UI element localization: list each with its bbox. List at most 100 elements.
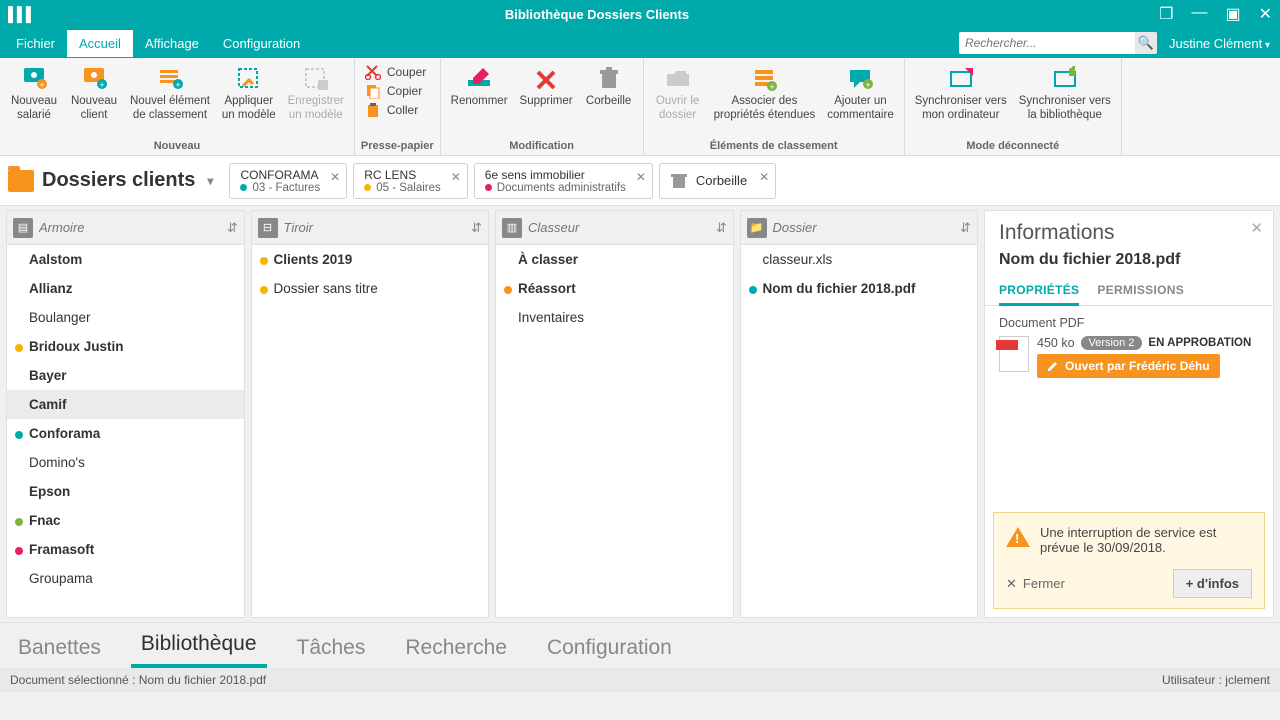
minimize-icon[interactable]: — bbox=[1191, 4, 1207, 24]
list-item[interactable]: Groupama bbox=[7, 564, 244, 593]
bottom-tab-banettes[interactable]: Banettes bbox=[8, 628, 111, 668]
search-icon[interactable]: 🔍 bbox=[1135, 32, 1157, 54]
column-classeur: ▥⇅À classerRéassortInventaires bbox=[495, 210, 734, 618]
close-window-icon[interactable]: ✕ bbox=[1259, 4, 1272, 24]
sort-icon[interactable]: ⇅ bbox=[716, 220, 727, 236]
trash-icon bbox=[670, 172, 688, 190]
info-tab-permissions[interactable]: PERMISSIONS bbox=[1097, 277, 1184, 305]
column-filter-input[interactable] bbox=[39, 220, 221, 235]
close-icon[interactable]: ✕ bbox=[451, 170, 461, 184]
sort-icon[interactable]: ⇅ bbox=[227, 220, 238, 236]
search-input[interactable] bbox=[959, 36, 1135, 50]
list-item[interactable]: Domino's bbox=[7, 448, 244, 477]
list-item[interactable]: Camif bbox=[7, 390, 244, 419]
list-item[interactable]: À classer bbox=[496, 245, 733, 274]
list-item[interactable]: Framasoft bbox=[7, 535, 244, 564]
sort-icon[interactable]: ⇅ bbox=[471, 220, 482, 236]
column-filter-input[interactable] bbox=[773, 220, 955, 235]
browser-columns: ▤⇅AalstomAllianzBoulangerBridoux JustinB… bbox=[0, 206, 1280, 622]
maximize-icon[interactable]: ▣ bbox=[1225, 4, 1240, 24]
ribbon-group-title: Modification bbox=[447, 137, 637, 155]
list-item[interactable]: Réassort bbox=[496, 274, 733, 303]
tab-title: 6e sens immobilier bbox=[485, 168, 626, 182]
bottom-tab-configuration[interactable]: Configuration bbox=[537, 628, 682, 668]
template-apply-icon bbox=[235, 66, 263, 92]
column-filter-input[interactable] bbox=[528, 220, 710, 235]
ribbon-rename-button[interactable]: Renommer bbox=[447, 62, 512, 109]
bottom-tab-tâches[interactable]: Tâches bbox=[287, 628, 376, 668]
list-item[interactable]: Bridoux Justin bbox=[7, 332, 244, 361]
ribbon-cut-button[interactable]: Couper bbox=[365, 64, 426, 80]
close-icon[interactable]: ✕ bbox=[330, 170, 340, 184]
list-item[interactable]: Epson bbox=[7, 477, 244, 506]
ribbon-properties-button[interactable]: +Associer despropriétés étendues bbox=[710, 62, 820, 123]
close-panel-icon[interactable]: ✕ bbox=[1250, 219, 1263, 237]
ribbon-user-plus-orange-button[interactable]: +Nouveauclient bbox=[66, 62, 122, 123]
sort-icon[interactable]: ⇅ bbox=[960, 220, 971, 236]
close-icon[interactable]: ✕ bbox=[636, 170, 646, 184]
menu-item-fichier[interactable]: Fichier bbox=[4, 30, 67, 57]
info-size: 450 ko bbox=[1037, 336, 1075, 350]
ribbon-paste-button[interactable]: Coller bbox=[365, 102, 426, 118]
ribbon-sync-up-button[interactable]: Synchroniser versla bibliothèque bbox=[1015, 62, 1115, 123]
column-filter-input[interactable] bbox=[284, 220, 466, 235]
ribbon-trash-button[interactable]: Corbeille bbox=[581, 62, 637, 109]
ribbon-group-title: Éléments de classement bbox=[650, 137, 898, 155]
list-item[interactable]: classeur.xls bbox=[741, 245, 978, 274]
menu-item-configuration[interactable]: Configuration bbox=[211, 30, 312, 57]
search-box[interactable]: 🔍 bbox=[959, 32, 1157, 54]
copy-icon bbox=[365, 83, 381, 99]
user-plus-icon: + bbox=[20, 66, 48, 92]
alert-more-button[interactable]: + d'infos bbox=[1173, 569, 1252, 598]
svg-text:+: + bbox=[99, 80, 104, 90]
document-tab[interactable]: RC LENS05 - Salaires✕ bbox=[353, 163, 468, 199]
delete-icon bbox=[532, 66, 560, 92]
ribbon-user-plus-button[interactable]: +Nouveausalarié bbox=[6, 62, 62, 123]
trash-tab[interactable]: Corbeille ✕ bbox=[659, 163, 776, 199]
folder-icon bbox=[8, 170, 34, 192]
user-menu[interactable]: Justine Clément bbox=[1167, 36, 1280, 51]
bottom-tab-bibliothèque[interactable]: Bibliothèque bbox=[131, 624, 267, 668]
info-filename: Nom du fichier 2018.pdf bbox=[985, 249, 1273, 277]
ribbon-delete-button[interactable]: Supprimer bbox=[516, 62, 577, 109]
ribbon-copy-button[interactable]: Copier bbox=[365, 83, 426, 99]
restore-small-icon[interactable]: ❐ bbox=[1159, 4, 1173, 24]
list-item[interactable]: Allianz bbox=[7, 274, 244, 303]
column-header: ⊟⇅ bbox=[252, 211, 489, 245]
list-item[interactable]: Clients 2019 bbox=[252, 245, 489, 274]
ribbon-comment-button[interactable]: +Ajouter uncommentaire bbox=[823, 62, 897, 123]
bottom-tab-recherche[interactable]: Recherche bbox=[395, 628, 517, 668]
user-plus-orange-icon: + bbox=[80, 66, 108, 92]
list-item[interactable]: Boulanger bbox=[7, 303, 244, 332]
column-tiroir: ⊟⇅Clients 2019Dossier sans titre bbox=[251, 210, 490, 618]
list-item[interactable]: Nom du fichier 2018.pdf bbox=[741, 274, 978, 303]
info-tabs: PROPRIÉTÉS PERMISSIONS bbox=[985, 277, 1273, 306]
color-dot-icon bbox=[364, 184, 371, 191]
tab-subtitle: 03 - Factures bbox=[240, 182, 320, 194]
info-body: Document PDF 450 ko Version 2 EN APPROBA… bbox=[985, 306, 1273, 388]
library-title: Dossiers clients bbox=[42, 169, 195, 192]
document-tab[interactable]: CONFORAMA03 - Factures✕ bbox=[229, 163, 347, 199]
alert-close-button[interactable]: ✕ Fermer bbox=[1006, 576, 1065, 592]
document-tab[interactable]: 6e sens immobilierDocuments administrati… bbox=[474, 163, 653, 199]
color-dot-icon bbox=[15, 344, 23, 352]
list-item[interactable]: Fnac bbox=[7, 506, 244, 535]
library-selector[interactable]: Dossiers clients bbox=[8, 169, 223, 192]
list-item[interactable]: Aalstom bbox=[7, 245, 244, 274]
ribbon-stack-plus-button[interactable]: +Nouvel élémentde classement bbox=[126, 62, 214, 123]
ribbon: +Nouveausalarié+Nouveauclient+Nouvel élé… bbox=[0, 58, 1280, 156]
list-item[interactable]: Inventaires bbox=[496, 303, 733, 332]
info-tab-propriétés[interactable]: PROPRIÉTÉS bbox=[999, 277, 1079, 306]
list-item[interactable]: Dossier sans titre bbox=[252, 274, 489, 303]
ribbon-sync-down-button[interactable]: Synchroniser versmon ordinateur bbox=[911, 62, 1011, 123]
list-item[interactable]: Bayer bbox=[7, 361, 244, 390]
tab-subtitle: 05 - Salaires bbox=[364, 182, 441, 194]
menu-item-affichage[interactable]: Affichage bbox=[133, 30, 211, 57]
close-icon[interactable]: ✕ bbox=[759, 170, 769, 184]
menu-item-accueil[interactable]: Accueil bbox=[67, 30, 133, 57]
column-dossier: 📁 ⇅ classeur.xlsNom du fichier 2018.pdf bbox=[740, 210, 979, 618]
ribbon-template-apply-button[interactable]: Appliquerun modèle bbox=[218, 62, 280, 123]
dossier-icon: 📁 bbox=[747, 218, 767, 238]
list-item[interactable]: Conforama bbox=[7, 419, 244, 448]
color-dot-icon bbox=[749, 286, 757, 294]
